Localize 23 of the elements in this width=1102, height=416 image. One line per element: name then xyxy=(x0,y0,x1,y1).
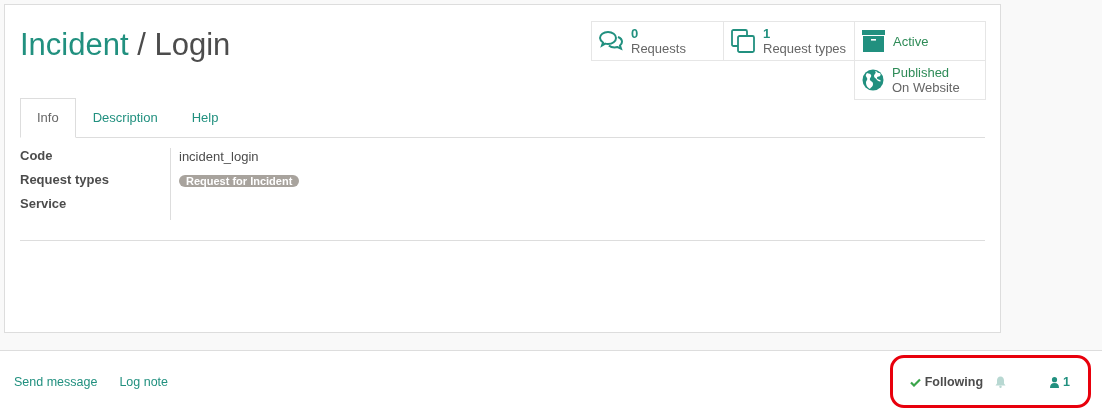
tab[interactable]: Help xyxy=(174,98,236,138)
field-label: Code xyxy=(20,148,53,163)
archive-box-icon xyxy=(862,30,885,52)
globe-icon xyxy=(862,69,884,91)
chat-bubbles-icon xyxy=(599,30,623,52)
tab[interactable]: Info xyxy=(20,98,76,138)
breadcrumb-title: Incident / Login xyxy=(20,27,231,64)
tag: Request for Incident xyxy=(179,175,300,187)
copy-icon xyxy=(731,29,755,53)
field-label: Request types xyxy=(20,172,109,187)
tab[interactable]: Description xyxy=(75,98,175,138)
field-value: incident_login xyxy=(179,149,259,164)
followers-button[interactable]: 1 xyxy=(1046,371,1074,393)
chatter-link[interactable]: Log note xyxy=(119,375,169,389)
field-label: Service xyxy=(20,196,67,211)
toggle-button[interactable]: Active xyxy=(854,21,986,61)
person-icon xyxy=(1050,376,1060,388)
stat-button[interactable]: 0 Requests xyxy=(591,21,724,61)
follow-button[interactable]: Following xyxy=(905,371,988,393)
chatter-link[interactable]: Send message xyxy=(14,375,98,389)
bell-icon[interactable] xyxy=(995,376,1007,388)
stat-button[interactable]: 1 Request types xyxy=(723,21,855,61)
toggle-button[interactable]: Published On Website xyxy=(854,60,986,100)
